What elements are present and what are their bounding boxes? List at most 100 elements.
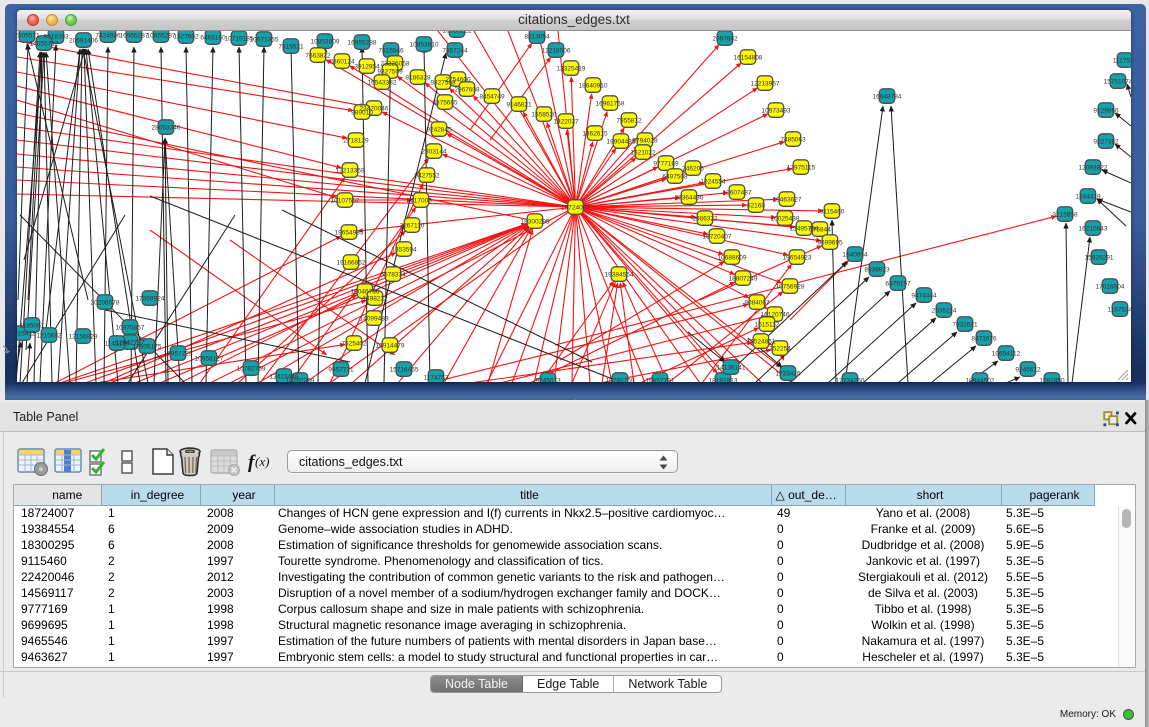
svg-text:7515521: 7515521: [278, 44, 304, 51]
svg-text:12093822: 12093822: [1079, 165, 1108, 172]
svg-text:15751074: 15751074: [1104, 79, 1131, 86]
svg-text:10654112: 10654112: [992, 351, 1021, 358]
svg-text:10046766: 10046766: [351, 289, 380, 296]
svg-text:9242845: 9242845: [426, 127, 452, 134]
svg-text:15720407: 15720407: [703, 234, 732, 241]
svg-text:19463627: 19463627: [773, 197, 802, 204]
svg-text:(x): (x): [255, 454, 269, 469]
svg-text:3912954: 3912954: [354, 64, 380, 71]
svg-text:10607487: 10607487: [723, 190, 752, 197]
svg-text:12156829: 12156829: [69, 334, 98, 341]
svg-text:8186328: 8186328: [405, 75, 431, 82]
svg-text:3915412: 3915412: [17, 331, 36, 338]
svg-text:18300295: 18300295: [521, 219, 550, 226]
svg-text:10688609: 10688609: [718, 255, 747, 262]
svg-text:7857244: 7857244: [442, 48, 468, 55]
svg-text:9227382: 9227382: [1093, 139, 1119, 146]
svg-text:12218506: 12218506: [542, 48, 571, 55]
svg-text:9657771: 9657771: [328, 367, 354, 374]
svg-text:10853809: 10853809: [311, 39, 340, 46]
svg-text:13325419: 13325419: [557, 66, 586, 73]
svg-text:6497508: 6497508: [662, 174, 688, 181]
svg-text:23226058: 23226058: [381, 61, 410, 68]
svg-text:16961758: 16961758: [596, 101, 625, 108]
svg-text:9427552: 9427552: [414, 173, 440, 180]
svg-text:18640910: 18640910: [579, 83, 608, 90]
svg-text:252254: 252254: [769, 346, 791, 353]
svg-text:18191913: 18191913: [709, 378, 738, 383]
svg-text:17957223: 17957223: [164, 351, 193, 358]
svg-text:7632621: 7632621: [952, 322, 978, 329]
svg-text:10782759: 10782759: [237, 366, 266, 373]
svg-text:9327509: 9327509: [377, 69, 403, 76]
svg-text:1185061: 1185061: [20, 323, 45, 330]
svg-text:989010: 989010: [351, 110, 373, 117]
svg-text:1353594: 1353594: [391, 247, 417, 254]
svg-text:7424996: 7424996: [95, 33, 121, 40]
svg-text:746206: 746206: [682, 166, 704, 173]
svg-text:1215682: 1215682: [36, 333, 62, 340]
svg-text:14055712: 14055712: [30, 41, 59, 48]
svg-text:1092450: 1092450: [1039, 378, 1065, 383]
svg-text:9146821: 9146821: [506, 102, 532, 109]
svg-text:19166852: 19166852: [337, 260, 366, 267]
svg-text:575844: 575844: [809, 227, 831, 234]
svg-text:9699695: 9699695: [817, 240, 843, 247]
svg-text:16955287: 16955287: [120, 33, 149, 40]
svg-text:17734260: 17734260: [836, 378, 865, 383]
svg-text:14099489: 14099489: [360, 316, 389, 323]
svg-text:1117534: 1117534: [1113, 58, 1131, 65]
svg-text:1558520: 1558520: [531, 112, 557, 119]
svg-text:7955812: 7955812: [616, 118, 642, 125]
svg-text:19654923: 19654923: [783, 255, 812, 262]
svg-text:3875685: 3875685: [432, 100, 458, 107]
svg-text:10671355: 10671355: [250, 37, 279, 44]
svg-text:9245612: 9245612: [1015, 367, 1041, 374]
svg-text:7485063: 7485063: [780, 137, 806, 144]
svg-text:16154808: 16154808: [734, 55, 763, 62]
svg-text:6379197: 6379197: [885, 281, 911, 288]
svg-text:16543382: 16543382: [368, 80, 397, 87]
svg-text:6466160: 6466160: [200, 35, 226, 42]
svg-text:8454749: 8454749: [479, 94, 505, 101]
svg-text:10655287: 10655287: [147, 33, 176, 40]
svg-text:10958127: 10958127: [195, 356, 224, 363]
svg-text:13524851: 13524851: [747, 339, 776, 346]
svg-text:8660124: 8660124: [329, 59, 355, 66]
svg-text:1024554: 1024554: [700, 179, 726, 186]
svg-text:62160: 62160: [747, 203, 765, 210]
svg-text:10944502: 10944502: [966, 378, 995, 383]
svg-text:12213369: 12213369: [336, 168, 365, 175]
svg-text:19654985: 19654985: [335, 230, 364, 237]
svg-text:2718129: 2718129: [343, 138, 369, 145]
svg-text:1167534: 1167534: [1108, 307, 1131, 314]
svg-text:3215958: 3215958: [1052, 212, 1078, 219]
svg-text:1322037: 1322037: [553, 119, 579, 126]
svg-text:12505175: 12505175: [133, 344, 162, 351]
svg-text:20206578: 20206578: [91, 300, 120, 307]
svg-text:16648784: 16648784: [873, 94, 902, 101]
svg-text:1362615: 1362615: [582, 131, 608, 138]
svg-text:20691406: 20691406: [69, 38, 98, 45]
svg-text:5578334: 5578334: [380, 272, 406, 279]
svg-text:10025438: 10025438: [771, 216, 800, 223]
svg-text:1615112: 1615112: [755, 322, 780, 329]
svg-text:16914479: 16914479: [376, 343, 405, 350]
svg-text:10792759: 10792759: [606, 378, 635, 383]
svg-text:17359924: 17359924: [136, 296, 165, 303]
svg-text:14136141: 14136141: [717, 365, 746, 372]
svg-text:2986322: 2986322: [692, 216, 718, 223]
svg-text:18807249: 18807249: [729, 276, 758, 283]
svg-text:20364436: 20364436: [675, 195, 704, 202]
svg-text:10973493: 10973493: [762, 108, 791, 115]
svg-text:17016504: 17016504: [1096, 284, 1125, 291]
svg-text:8938923: 8938923: [864, 267, 890, 274]
svg-text:18724007: 18724007: [561, 205, 590, 212]
svg-text:16857791: 16857791: [646, 378, 675, 383]
svg-text:9129966: 9129966: [1093, 108, 1119, 115]
svg-text:8813054: 8813054: [524, 34, 550, 41]
svg-text:2305571: 2305571: [17, 33, 40, 40]
svg-text:16955288: 16955288: [348, 40, 377, 47]
svg-text:1527602: 1527602: [173, 34, 199, 41]
svg-text:9474444: 9474444: [911, 293, 937, 300]
